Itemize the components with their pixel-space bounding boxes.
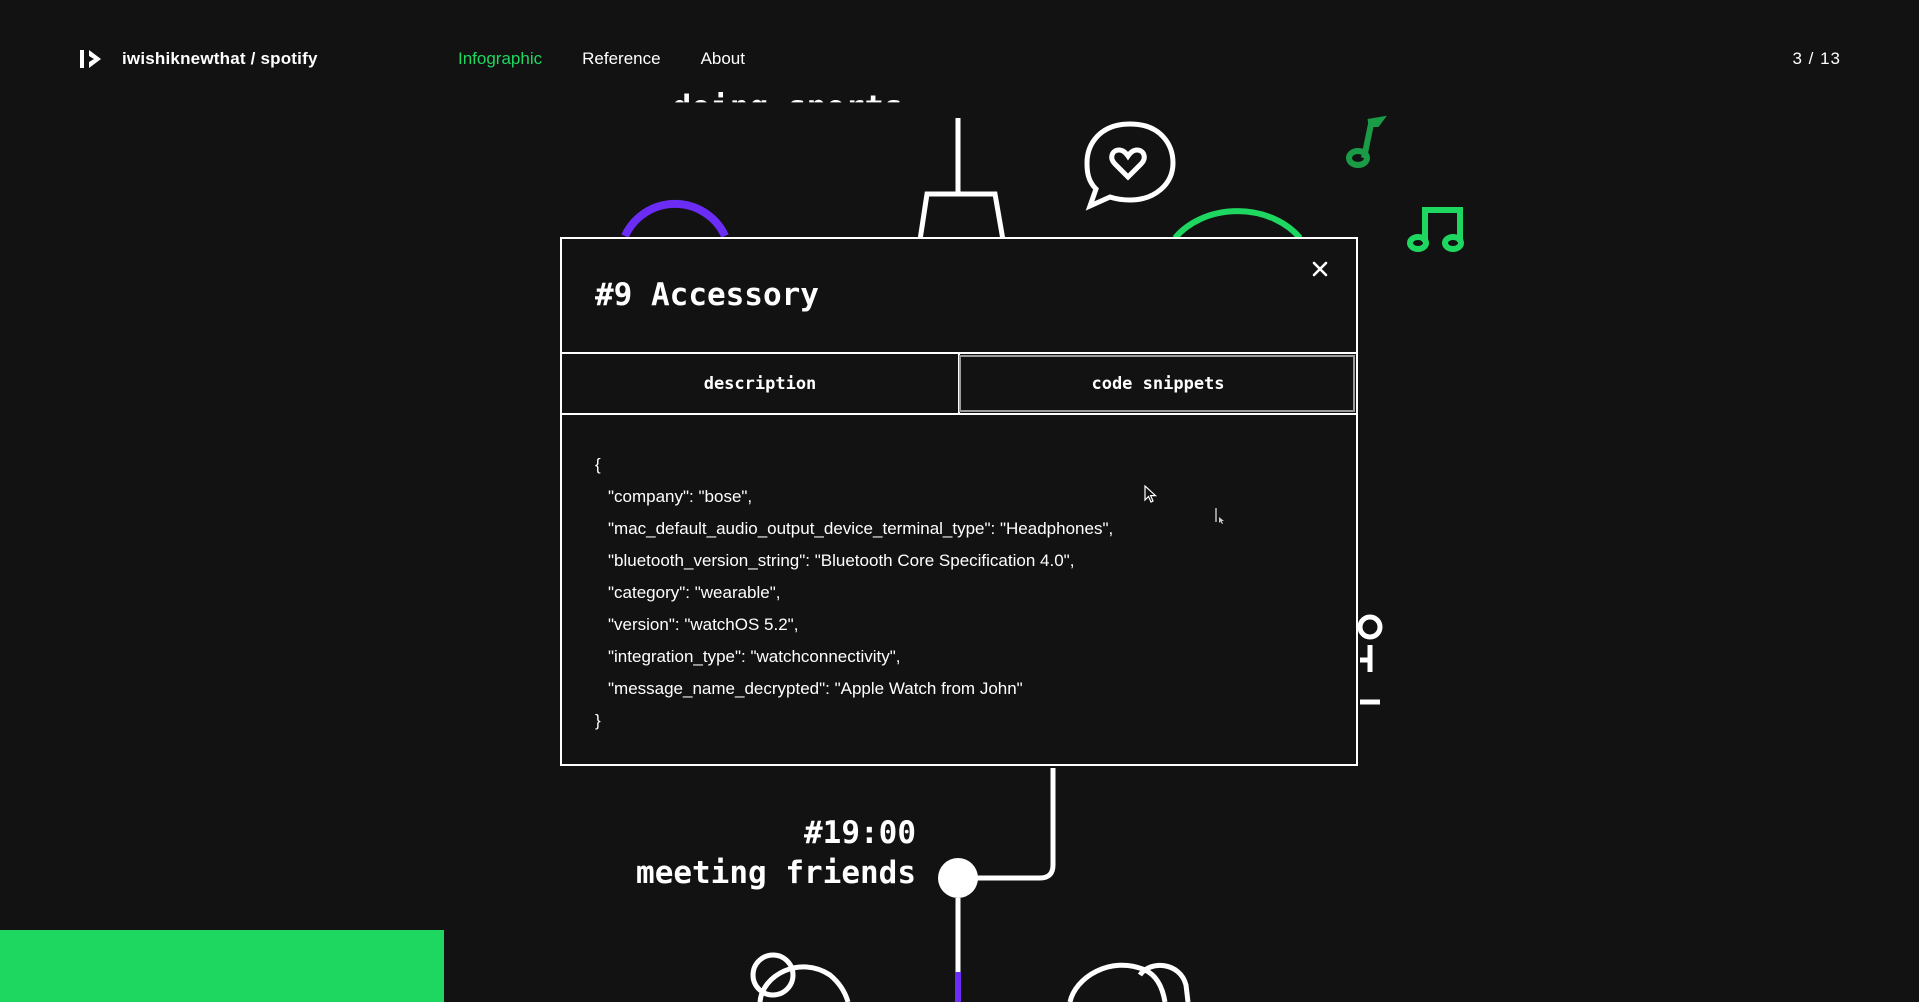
timeline-connector [975, 768, 1056, 881]
timeline-time-label: #19:00 [804, 815, 916, 851]
code-snippet: { "company": "bose", "mac_default_audio_… [562, 415, 1356, 737]
code-line: "mac_default_audio_output_device_termina… [608, 519, 1114, 538]
tab-code-snippets[interactable]: code snippets [958, 354, 1356, 413]
heart-speech-bubble-icon [1084, 121, 1176, 211]
nav-about[interactable]: About [701, 49, 745, 69]
lamp-shape [917, 191, 1006, 241]
partial-figure-shape [1357, 614, 1383, 705]
accessory-modal: #9 Accessory description code snippets {… [560, 237, 1358, 766]
code-line: "version": "watchOS 5.2", [608, 615, 799, 634]
code-line: "category": "wearable", [608, 583, 781, 602]
code-line: "message_name_decrypted": "Apple Watch f… [608, 679, 1023, 698]
text-cursor-icon [1215, 508, 1224, 524]
nav-reference[interactable]: Reference [582, 49, 660, 69]
purple-circle-shape [621, 199, 729, 238]
code-line: "bluetooth_version_string": "Bluetooth C… [608, 551, 1075, 570]
friend-figure-right [1067, 962, 1191, 1002]
close-icon[interactable] [1306, 255, 1334, 283]
friend-figure-left [750, 952, 851, 1002]
timeline-node [938, 858, 978, 898]
timeline-event-label: meeting friends [636, 855, 916, 891]
brand-link[interactable]: iwishiknewthat / spotify [78, 46, 318, 72]
logo-play-icon [80, 50, 101, 68]
green-circle-shape [1172, 208, 1303, 240]
code-line: "company": "bose", [608, 487, 753, 506]
tab-description[interactable]: description [562, 354, 958, 413]
green-accent-block [0, 930, 444, 1002]
code-line: "integration_type": "watchconnectivity", [608, 647, 901, 666]
page: doing sports #19:00 meeting friends iwis… [0, 0, 1919, 1002]
modal-tabs: description code snippets [562, 354, 1356, 415]
modal-title: #9 Accessory [595, 277, 819, 313]
modal-header: #9 Accessory [562, 239, 1356, 354]
nav-infographic[interactable]: Infographic [458, 49, 542, 69]
code-open-brace: { [595, 455, 601, 474]
brand-name: iwishiknewthat / spotify [122, 49, 318, 68]
page-counter: 3 / 13 [1792, 49, 1841, 68]
code-close-brace: } [595, 711, 601, 730]
music-note-icon [1346, 115, 1387, 168]
mouse-pointer-icon [1144, 485, 1158, 503]
site-header: iwishiknewthat / spotify Infographic Ref… [0, 0, 1919, 118]
music-notes-icon [1407, 207, 1464, 252]
main-nav: Infographic Reference About [458, 49, 745, 69]
